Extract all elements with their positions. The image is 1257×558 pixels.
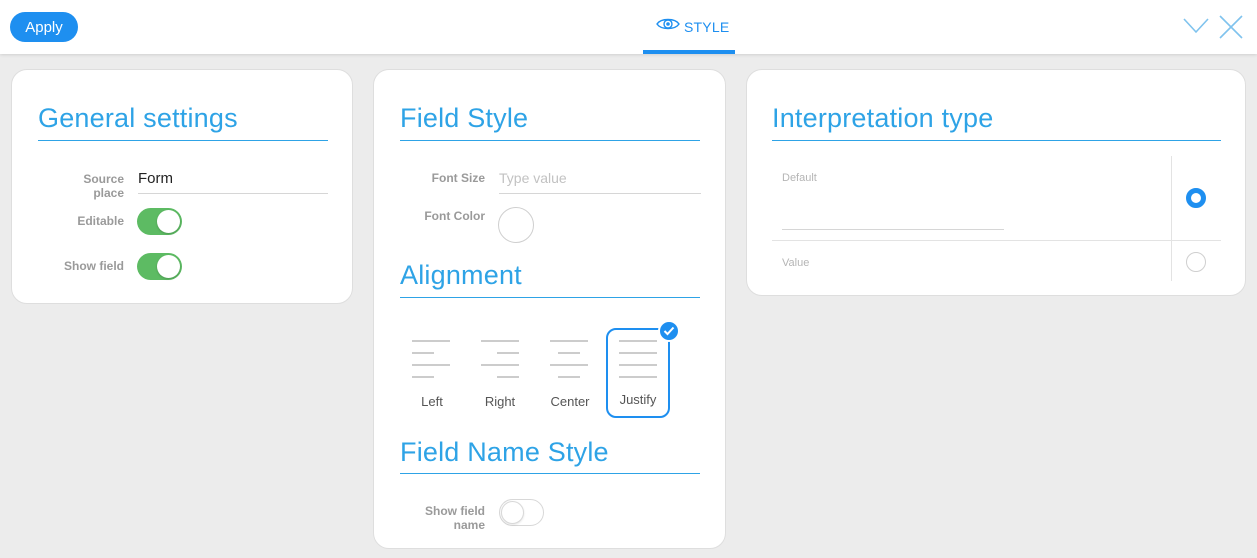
toggle-knob — [501, 501, 524, 524]
show-field-toggle[interactable] — [137, 253, 182, 280]
value-radio[interactable] — [1186, 252, 1206, 272]
toggle-knob — [157, 255, 180, 278]
source-place-label: Source place — [83, 172, 124, 200]
show-field-name-toggle[interactable] — [499, 499, 544, 526]
apply-button[interactable]: Apply — [10, 12, 78, 42]
active-tab-underline — [643, 50, 735, 54]
font-size-label: Font Size — [431, 171, 485, 185]
editable-toggle[interactable] — [137, 208, 182, 235]
title-divider — [38, 140, 328, 141]
source-place-value[interactable]: Form — [138, 170, 173, 187]
title-divider — [400, 140, 700, 141]
font-color-label: Font Color — [424, 209, 485, 223]
field-style-title: Field Style — [400, 103, 529, 133]
title-divider — [400, 297, 700, 298]
align-left-option[interactable]: Left — [400, 328, 464, 418]
align-left-icon — [400, 338, 464, 378]
align-right-icon — [468, 338, 532, 378]
toggle-knob — [157, 210, 180, 233]
checkmark-icon — [658, 320, 680, 342]
interpretation-type-card: Interpretation type Default Value — [746, 69, 1246, 296]
title-divider — [400, 473, 700, 474]
column-divider — [1171, 156, 1172, 281]
source-place-underline — [138, 193, 328, 194]
align-right-option[interactable]: Right — [468, 328, 532, 418]
alignment-title: Alignment — [400, 260, 522, 290]
tab-style-label: STYLE — [684, 18, 730, 35]
align-right-label: Right — [484, 394, 516, 409]
close-icon[interactable] — [1217, 14, 1245, 40]
align-justify-icon — [608, 340, 668, 380]
field-style-card: Field Style Font Size Type value Font Co… — [373, 69, 726, 549]
font-color-picker[interactable] — [498, 207, 534, 243]
general-settings-title: General settings — [38, 103, 238, 133]
align-left-label: Left — [421, 394, 443, 409]
align-center-label: Center — [550, 394, 590, 409]
editable-label: Editable — [77, 214, 124, 228]
font-size-input[interactable]: Type value — [499, 170, 567, 186]
value-option-label: Value — [782, 257, 810, 269]
eye-icon — [656, 17, 680, 36]
tab-style[interactable]: STYLE — [643, 0, 735, 54]
field-name-style-title: Field Name Style — [400, 437, 609, 467]
align-justify-label: Justify — [619, 392, 657, 407]
top-toolbar: Apply STYLE — [0, 0, 1257, 54]
align-center-icon — [538, 338, 602, 378]
default-option-label: Default — [782, 172, 817, 184]
interpretation-type-title: Interpretation type — [772, 103, 994, 133]
show-field-name-label: Show field name — [425, 504, 485, 532]
general-settings-card: General settings Source place Form Edita… — [11, 69, 353, 304]
font-size-underline — [499, 193, 701, 194]
show-field-label: Show field — [64, 259, 124, 273]
title-divider — [772, 140, 1221, 141]
align-center-option[interactable]: Center — [538, 328, 602, 418]
default-radio[interactable] — [1186, 188, 1206, 208]
default-field-underline — [782, 229, 1004, 230]
align-justify-option[interactable]: Justify — [606, 320, 680, 418]
chevron-down-icon[interactable] — [1182, 14, 1210, 40]
row-divider — [772, 240, 1221, 241]
